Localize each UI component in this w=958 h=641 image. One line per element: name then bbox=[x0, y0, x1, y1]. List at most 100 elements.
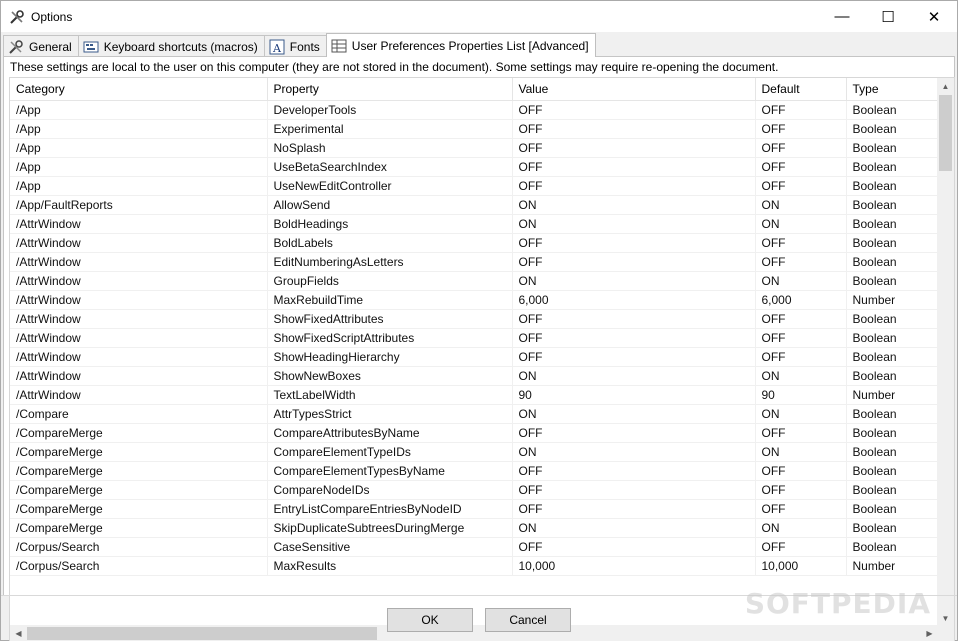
title-bar: Options — ☐ ✕ bbox=[1, 1, 957, 32]
cell-value[interactable]: OFF bbox=[512, 233, 756, 253]
cell-default: OFF bbox=[755, 233, 847, 253]
cell-value[interactable]: OFF bbox=[512, 252, 756, 272]
table-row[interactable]: /Corpus/Search MaxResults 10,000 10,000 Numb… bbox=[10, 556, 938, 576]
cell-category: /App/FaultReports bbox=[10, 195, 268, 215]
cell-value[interactable]: 90 bbox=[512, 385, 756, 405]
table-row[interactable]: /CompareMerge CompareAttributesByName OFF O… bbox=[10, 423, 938, 443]
table-row[interactable]: /App UseBetaSearchIndex OFF OFF Boolean bbox=[10, 157, 938, 177]
cell-value[interactable]: OFF bbox=[512, 309, 756, 329]
cell-type: Boolean bbox=[846, 480, 938, 500]
maximize-button[interactable]: ☐ bbox=[865, 1, 911, 32]
tab-user-preferences[interactable]: User Preferences Properties List [Advanc… bbox=[325, 33, 596, 57]
cell-value[interactable]: ON bbox=[512, 518, 756, 538]
cell-property: EditNumberingAsLetters bbox=[267, 252, 513, 272]
cell-value[interactable]: 6,000 bbox=[512, 290, 756, 310]
cell-value[interactable]: OFF bbox=[512, 480, 756, 500]
table-row[interactable]: /App/FaultReports AllowSend ON ON Boolean bbox=[10, 195, 938, 215]
table-row[interactable]: /AttrWindow ShowHeadingHierarchy OFF OFF Boo… bbox=[10, 347, 938, 367]
column-header-category[interactable]: Category bbox=[10, 78, 268, 101]
properties-table: Category Property Value Default Type /Ap… bbox=[10, 78, 938, 576]
cell-value[interactable]: OFF bbox=[512, 423, 756, 443]
cell-category: /App bbox=[10, 176, 268, 196]
wrench-icon bbox=[8, 39, 24, 55]
cell-category: /App bbox=[10, 157, 268, 177]
table-row[interactable]: /CompareMerge CompareElementTypeIDs ON ON Bo… bbox=[10, 442, 938, 462]
scroll-left-arrow-icon[interactable]: ◀ bbox=[10, 625, 27, 641]
keyboard-icon bbox=[83, 39, 99, 55]
cell-value[interactable]: ON bbox=[512, 195, 756, 215]
preferences-panel: These settings are local to the user on … bbox=[3, 56, 955, 641]
cell-type: Boolean bbox=[846, 138, 938, 158]
table-row[interactable]: /CompareMerge EntryListCompareEntriesByNo… bbox=[10, 499, 938, 519]
table-row[interactable]: /CompareMerge CompareNodeIDs OFF OFF Boolean bbox=[10, 480, 938, 500]
scroll-up-arrow-icon[interactable]: ▲ bbox=[937, 78, 954, 95]
table-row[interactable]: /App DeveloperTools OFF OFF Boolean bbox=[10, 100, 938, 120]
grid-viewport: Category Property Value Default Type /Ap… bbox=[10, 78, 938, 627]
table-row[interactable]: /App Experimental OFF OFF Boolean bbox=[10, 119, 938, 139]
cell-value[interactable]: 10,000 bbox=[512, 556, 756, 576]
table-row[interactable]: /CompareMerge SkipDuplicateSubtreesDuring… bbox=[10, 518, 938, 538]
table-row[interactable]: /Compare AttrTypesStrict ON ON Boolean bbox=[10, 404, 938, 424]
table-row[interactable]: /Corpus/Search CaseSensitive OFF OFF Boolean bbox=[10, 537, 938, 557]
cell-value[interactable]: OFF bbox=[512, 138, 756, 158]
cell-value[interactable]: ON bbox=[512, 404, 756, 424]
close-button[interactable]: ✕ bbox=[911, 1, 957, 32]
cell-category: /AttrWindow bbox=[10, 233, 268, 253]
cell-value[interactable]: OFF bbox=[512, 328, 756, 348]
table-row[interactable]: /App NoSplash OFF OFF Boolean bbox=[10, 138, 938, 158]
table-row[interactable]: /CompareMerge CompareElementTypesByName OF… bbox=[10, 461, 938, 481]
cell-category: /AttrWindow bbox=[10, 366, 268, 386]
cell-value[interactable]: ON bbox=[512, 442, 756, 462]
column-header-value[interactable]: Value bbox=[512, 78, 756, 101]
column-header-default[interactable]: Default bbox=[755, 78, 847, 101]
svg-text:A: A bbox=[272, 42, 282, 55]
horizontal-scroll-thumb[interactable] bbox=[27, 627, 377, 640]
tab-fonts[interactable]: A Fonts bbox=[263, 35, 327, 57]
cell-property: SkipDuplicateSubtreesDuringMerge bbox=[267, 518, 513, 538]
tab-label: User Preferences Properties List [Advanc… bbox=[351, 38, 589, 53]
minimize-button[interactable]: — bbox=[819, 1, 865, 32]
table-row[interactable]: /AttrWindow GroupFields ON ON Boolean bbox=[10, 271, 938, 291]
tools-icon bbox=[9, 9, 25, 25]
table-row[interactable]: /AttrWindow MaxRebuildTime 6,000 6,000 Numbe… bbox=[10, 290, 938, 310]
table-row[interactable]: /AttrWindow EditNumberingAsLetters OFF OFF B… bbox=[10, 252, 938, 272]
cell-property: GroupFields bbox=[267, 271, 513, 291]
cell-value[interactable]: OFF bbox=[512, 119, 756, 139]
cell-value[interactable]: OFF bbox=[512, 157, 756, 177]
horizontal-scrollbar[interactable]: ◀ ▶ bbox=[10, 625, 938, 641]
cell-value[interactable]: OFF bbox=[512, 499, 756, 519]
cell-value[interactable]: ON bbox=[512, 366, 756, 386]
cell-value[interactable]: OFF bbox=[512, 461, 756, 481]
header-row: Category Property Value Default Type bbox=[10, 78, 938, 101]
cell-property: ShowHeadingHierarchy bbox=[267, 347, 513, 367]
cell-category: /Corpus/Search bbox=[10, 556, 268, 576]
column-header-type[interactable]: Type bbox=[846, 78, 938, 101]
column-header-property[interactable]: Property bbox=[267, 78, 513, 101]
cell-default: OFF bbox=[755, 537, 847, 557]
cancel-button[interactable]: Cancel bbox=[485, 608, 571, 632]
cell-type: Boolean bbox=[846, 119, 938, 139]
cell-value[interactable]: OFF bbox=[512, 537, 756, 557]
cell-value[interactable]: OFF bbox=[512, 176, 756, 196]
cell-value[interactable]: OFF bbox=[512, 347, 756, 367]
tab-keyboard-shortcuts[interactable]: Keyboard shortcuts (macros) bbox=[77, 35, 265, 57]
tab-general[interactable]: General bbox=[3, 35, 79, 57]
cell-property: TextLabelWidth bbox=[267, 385, 513, 405]
vertical-scroll-thumb[interactable] bbox=[939, 95, 952, 171]
table-row[interactable]: /AttrWindow ShowNewBoxes ON ON Boolean bbox=[10, 366, 938, 386]
table-row[interactable]: /AttrWindow ShowFixedAttributes OFF OFF Bool… bbox=[10, 309, 938, 329]
ok-button[interactable]: OK bbox=[387, 608, 473, 632]
cell-default: 6,000 bbox=[755, 290, 847, 310]
cell-default: OFF bbox=[755, 119, 847, 139]
vertical-scrollbar[interactable]: ▲ ▼ bbox=[937, 78, 954, 627]
scroll-right-arrow-icon[interactable]: ▶ bbox=[921, 625, 938, 641]
table-row[interactable]: /AttrWindow BoldHeadings ON ON Boolean bbox=[10, 214, 938, 234]
table-row[interactable]: /AttrWindow ShowFixedScriptAttributes OFF O… bbox=[10, 328, 938, 348]
cell-value[interactable]: ON bbox=[512, 271, 756, 291]
table-row[interactable]: /AttrWindow BoldLabels OFF OFF Boolean bbox=[10, 233, 938, 253]
table-row[interactable]: /App UseNewEditController OFF OFF Boolean bbox=[10, 176, 938, 196]
cell-value[interactable]: OFF bbox=[512, 100, 756, 120]
cell-value[interactable]: ON bbox=[512, 214, 756, 234]
table-row[interactable]: /AttrWindow TextLabelWidth 90 90 Number bbox=[10, 385, 938, 405]
cell-default: ON bbox=[755, 404, 847, 424]
